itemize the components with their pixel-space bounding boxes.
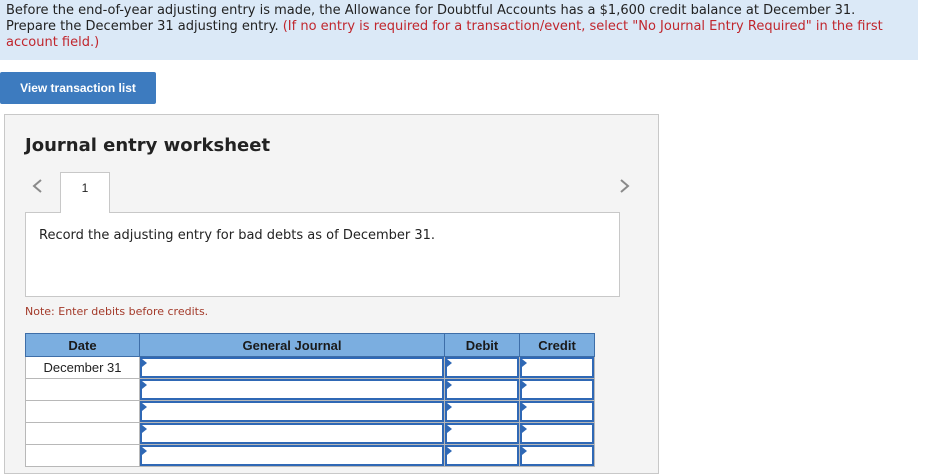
credit-input[interactable] (519, 356, 595, 379)
table-row (25, 422, 595, 445)
row-date: December 31 (25, 356, 140, 379)
debit-input[interactable] (444, 422, 520, 445)
tab-entry-1[interactable]: 1 (60, 172, 110, 213)
row-date (25, 422, 140, 445)
chevron-left-icon[interactable] (29, 177, 47, 195)
dropdown-flag-icon (142, 447, 147, 455)
account-input[interactable] (139, 422, 445, 445)
table-row (25, 378, 595, 401)
debit-input[interactable] (444, 400, 520, 423)
dropdown-flag-icon (522, 403, 527, 411)
dropdown-flag-icon (522, 425, 527, 433)
row-date (25, 378, 140, 401)
credit-input[interactable] (519, 444, 595, 467)
view-transaction-list-button[interactable]: View transaction list (0, 72, 156, 104)
worksheet-title: Journal entry worksheet (25, 135, 271, 156)
instruction-line-2: Prepare the December 31 adjusting entry.… (6, 19, 912, 51)
table-row (25, 444, 595, 467)
account-input[interactable] (139, 444, 445, 467)
dropdown-flag-icon (522, 359, 527, 367)
account-input[interactable] (139, 356, 445, 379)
dropdown-flag-icon (447, 359, 452, 367)
credit-input[interactable] (519, 400, 595, 423)
entry-prompt-panel: Record the adjusting entry for bad debts… (25, 212, 620, 297)
debit-input[interactable] (444, 356, 520, 379)
dropdown-flag-icon (447, 381, 452, 389)
credit-input[interactable] (519, 422, 595, 445)
dropdown-flag-icon (522, 381, 527, 389)
instruction-line-1: Before the end-of-year adjusting entry i… (6, 3, 856, 18)
header-date: Date (25, 333, 140, 357)
account-input[interactable] (139, 378, 445, 401)
dropdown-flag-icon (522, 447, 527, 455)
instructions-panel: Before the end-of-year adjusting entry i… (0, 0, 918, 60)
header-general-journal: General Journal (139, 333, 445, 357)
instruction-text: Prepare the December 31 adjusting entry. (6, 19, 283, 34)
header-credit: Credit (519, 333, 595, 357)
debit-input[interactable] (444, 444, 520, 467)
entry-prompt: Record the adjusting entry for bad debts… (39, 228, 436, 243)
dropdown-flag-icon (142, 381, 147, 389)
table-row (25, 400, 595, 423)
journal-entry-worksheet: Journal entry worksheet 1 Record the adj… (4, 114, 659, 474)
dropdown-flag-icon (447, 403, 452, 411)
credit-input[interactable] (519, 378, 595, 401)
table-row: December 31 (25, 356, 595, 379)
chevron-right-icon[interactable] (615, 177, 633, 195)
dropdown-flag-icon (142, 359, 147, 367)
dropdown-flag-icon (447, 447, 452, 455)
dropdown-flag-icon (142, 425, 147, 433)
journal-table: Date General Journal Debit Credit Decemb… (25, 333, 595, 467)
dropdown-flag-icon (142, 403, 147, 411)
row-date (25, 444, 140, 467)
debit-input[interactable] (444, 378, 520, 401)
account-input[interactable] (139, 400, 445, 423)
entry-note: Note: Enter debits before credits. (25, 305, 209, 318)
dropdown-flag-icon (447, 425, 452, 433)
row-date (25, 400, 140, 423)
header-debit: Debit (444, 333, 520, 357)
